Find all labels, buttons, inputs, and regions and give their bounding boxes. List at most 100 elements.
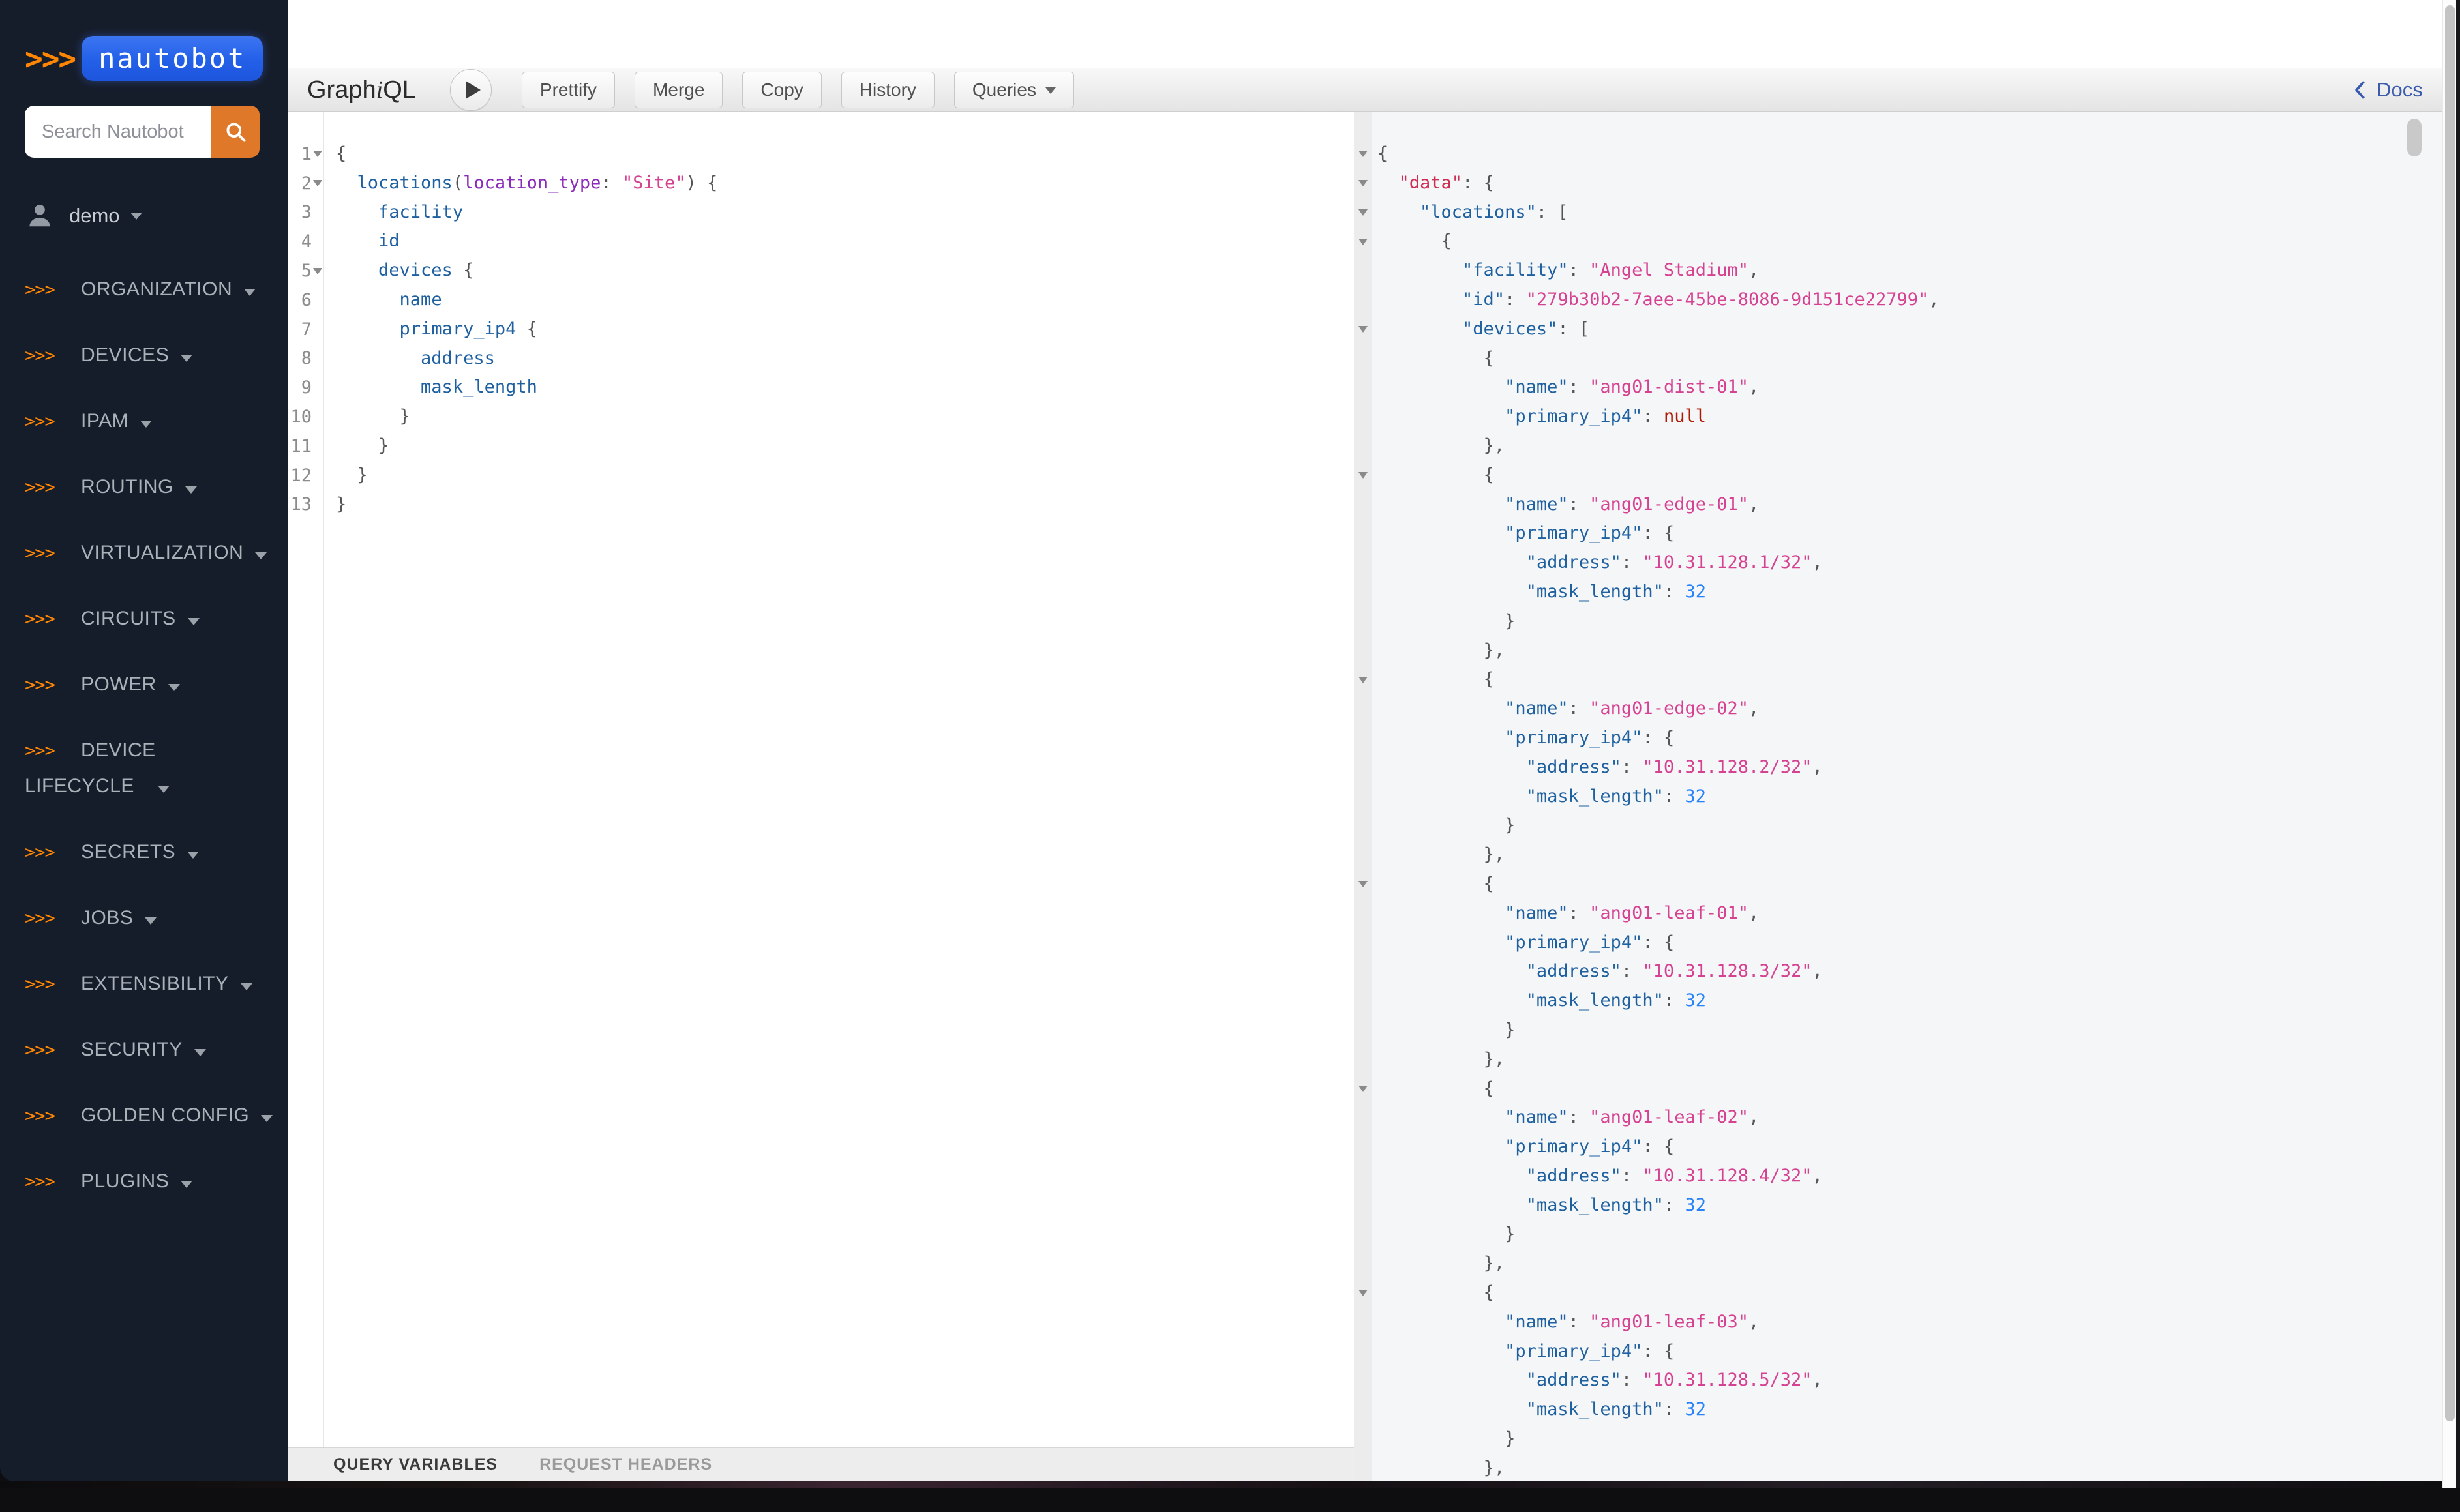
user-menu[interactable]: demo bbox=[25, 194, 288, 237]
tab-query-variables[interactable]: QUERY VARIABLES bbox=[333, 1455, 498, 1474]
sidebar-item-secrets[interactable]: >>>SECRETS bbox=[0, 821, 288, 887]
code-line[interactable]: id bbox=[336, 227, 1354, 256]
graphiql-app: GraphiQL PrettifyMergeCopyHistory Querie… bbox=[288, 0, 2442, 1481]
code-line[interactable]: devices { bbox=[336, 256, 1354, 286]
prompt-chevrons-icon: >>> bbox=[25, 1085, 63, 1148]
fold-toggle-icon[interactable] bbox=[1358, 472, 1368, 479]
execute-query-button[interactable] bbox=[450, 69, 492, 111]
gutter-row: 8 bbox=[288, 344, 323, 374]
prettify-button[interactable]: Prettify bbox=[522, 72, 615, 108]
fold-toggle-icon[interactable] bbox=[1358, 209, 1368, 216]
code-line[interactable]: } bbox=[336, 461, 1354, 490]
gutter-row bbox=[1354, 899, 1372, 928]
browser-scrollbar-track[interactable] bbox=[2442, 0, 2456, 1488]
sidebar-item-plugins[interactable]: >>>PLUGINS bbox=[0, 1150, 288, 1216]
chevron-down-icon bbox=[244, 289, 256, 296]
code-line: "mask_length": 32 bbox=[1377, 986, 2442, 1016]
fold-toggle-icon[interactable] bbox=[313, 180, 322, 186]
fold-toggle-icon[interactable] bbox=[1358, 151, 1368, 157]
code-line[interactable]: name bbox=[336, 286, 1354, 315]
nautobot-logo[interactable]: >>> nautobot bbox=[25, 36, 288, 81]
fold-toggle-icon[interactable] bbox=[1358, 326, 1368, 333]
history-button[interactable]: History bbox=[841, 72, 935, 108]
prompt-chevrons-icon: >>> bbox=[25, 325, 63, 387]
search-button[interactable] bbox=[211, 106, 260, 158]
queries-button[interactable]: Queries bbox=[954, 72, 1074, 108]
result-viewer-gutter bbox=[1354, 112, 1372, 1481]
code-line: "devices": [ bbox=[1377, 315, 2442, 344]
gutter-row bbox=[1354, 490, 1372, 520]
code-line: "primary_ip4": { bbox=[1377, 1337, 2442, 1367]
sidebar-item-ipam[interactable]: >>>IPAM bbox=[0, 390, 288, 456]
fold-toggle-icon[interactable] bbox=[1358, 1290, 1368, 1296]
copy-button[interactable]: Copy bbox=[742, 72, 821, 108]
merge-button[interactable]: Merge bbox=[635, 72, 723, 108]
browser-scrollbar-thumb[interactable] bbox=[2445, 5, 2455, 1421]
line-number: 5 bbox=[301, 261, 312, 281]
gutter-row: 9 bbox=[288, 373, 323, 402]
code-line[interactable]: } bbox=[336, 402, 1354, 432]
code-line[interactable]: { bbox=[336, 140, 1354, 169]
fold-toggle-icon[interactable] bbox=[1358, 881, 1368, 887]
tab-request-headers[interactable]: REQUEST HEADERS bbox=[539, 1455, 712, 1474]
gutter-row: 2 bbox=[288, 169, 323, 198]
gutter-row bbox=[1354, 870, 1372, 899]
code-line[interactable]: facility bbox=[336, 198, 1354, 228]
fold-toggle-icon[interactable] bbox=[1358, 677, 1368, 683]
line-number: 11 bbox=[290, 436, 312, 456]
sidebar-item-golden-config[interactable]: >>>GOLDEN CONFIG bbox=[0, 1084, 288, 1150]
query-editor[interactable]: 12345678910111213 { locations(location_t… bbox=[288, 112, 1354, 1481]
sidebar-item-devices[interactable]: >>>DEVICES bbox=[0, 324, 288, 390]
fold-toggle-icon[interactable] bbox=[1358, 239, 1368, 245]
code-line: "name": "ang01-leaf-03", bbox=[1377, 1308, 2442, 1337]
docs-toggle[interactable]: Docs bbox=[2332, 68, 2442, 111]
code-line[interactable]: } bbox=[336, 432, 1354, 461]
query-editor-gutter: 12345678910111213 bbox=[288, 112, 324, 1447]
sidebar-item-label: EXTENSIBILITY bbox=[81, 973, 229, 994]
sidebar-item-jobs[interactable]: >>>JOBS bbox=[0, 887, 288, 953]
code-line[interactable]: locations(location_type: "Site") { bbox=[336, 169, 1354, 198]
sidebar-item-label: VIRTUALIZATION bbox=[81, 542, 243, 563]
sidebar-item-extensibility[interactable]: >>>EXTENSIBILITY bbox=[0, 953, 288, 1018]
query-editor-code[interactable]: { locations(location_type: "Site") { fac… bbox=[324, 112, 1354, 1447]
code-line: { bbox=[1377, 344, 2442, 374]
sidebar-item-circuits[interactable]: >>>CIRCUITS bbox=[0, 587, 288, 653]
code-line[interactable]: primary_ip4 { bbox=[336, 315, 1354, 344]
code-line: "primary_ip4": { bbox=[1377, 1133, 2442, 1162]
gutter-row bbox=[1354, 1425, 1372, 1454]
code-line: { bbox=[1377, 140, 2442, 169]
line-number: 3 bbox=[301, 202, 312, 222]
code-line: } bbox=[1377, 1425, 2442, 1454]
sidebar-item-virtualization[interactable]: >>>VIRTUALIZATION bbox=[0, 522, 288, 587]
sidebar-item-routing[interactable]: >>>ROUTING bbox=[0, 456, 288, 522]
line-number: 10 bbox=[290, 407, 312, 427]
code-line: "address": "10.31.128.1/32", bbox=[1377, 548, 2442, 578]
prompt-chevrons-icon: >>> bbox=[25, 735, 63, 767]
sidebar-item-organization[interactable]: >>>ORGANIZATION bbox=[0, 258, 288, 324]
gutter-row bbox=[1354, 1337, 1372, 1367]
fold-toggle-icon[interactable] bbox=[313, 268, 322, 274]
sidebar-item-power[interactable]: >>>POWER bbox=[0, 653, 288, 719]
result-scrollbar-thumb[interactable] bbox=[2407, 119, 2422, 156]
user-icon bbox=[25, 201, 55, 231]
fold-toggle-icon[interactable] bbox=[1358, 1086, 1368, 1092]
fold-toggle-icon[interactable] bbox=[1358, 180, 1368, 186]
gutter-row: 4 bbox=[288, 227, 323, 256]
code-line[interactable]: } bbox=[336, 490, 1354, 520]
fold-toggle-icon[interactable] bbox=[313, 151, 322, 157]
chevron-down-icon bbox=[187, 852, 199, 859]
sidebar-item-security[interactable]: >>>SECURITY bbox=[0, 1018, 288, 1084]
prompt-chevrons-icon: >>> bbox=[25, 391, 63, 453]
gutter-row bbox=[1354, 461, 1372, 490]
gutter-row bbox=[1354, 1220, 1372, 1249]
code-line[interactable]: address bbox=[336, 344, 1354, 374]
play-icon bbox=[466, 81, 481, 99]
sidebar-item-device-lifecycle[interactable]: >>>DEVICE LIFECYCLE bbox=[0, 719, 288, 821]
code-line: "address": "10.31.128.3/32", bbox=[1377, 957, 2442, 986]
search-input[interactable] bbox=[25, 106, 211, 158]
line-number: 7 bbox=[301, 319, 312, 340]
chevron-down-icon bbox=[188, 618, 200, 625]
gutter-row bbox=[1354, 1395, 1372, 1425]
code-line[interactable]: mask_length bbox=[336, 373, 1354, 402]
chevron-down-icon bbox=[1045, 87, 1056, 94]
